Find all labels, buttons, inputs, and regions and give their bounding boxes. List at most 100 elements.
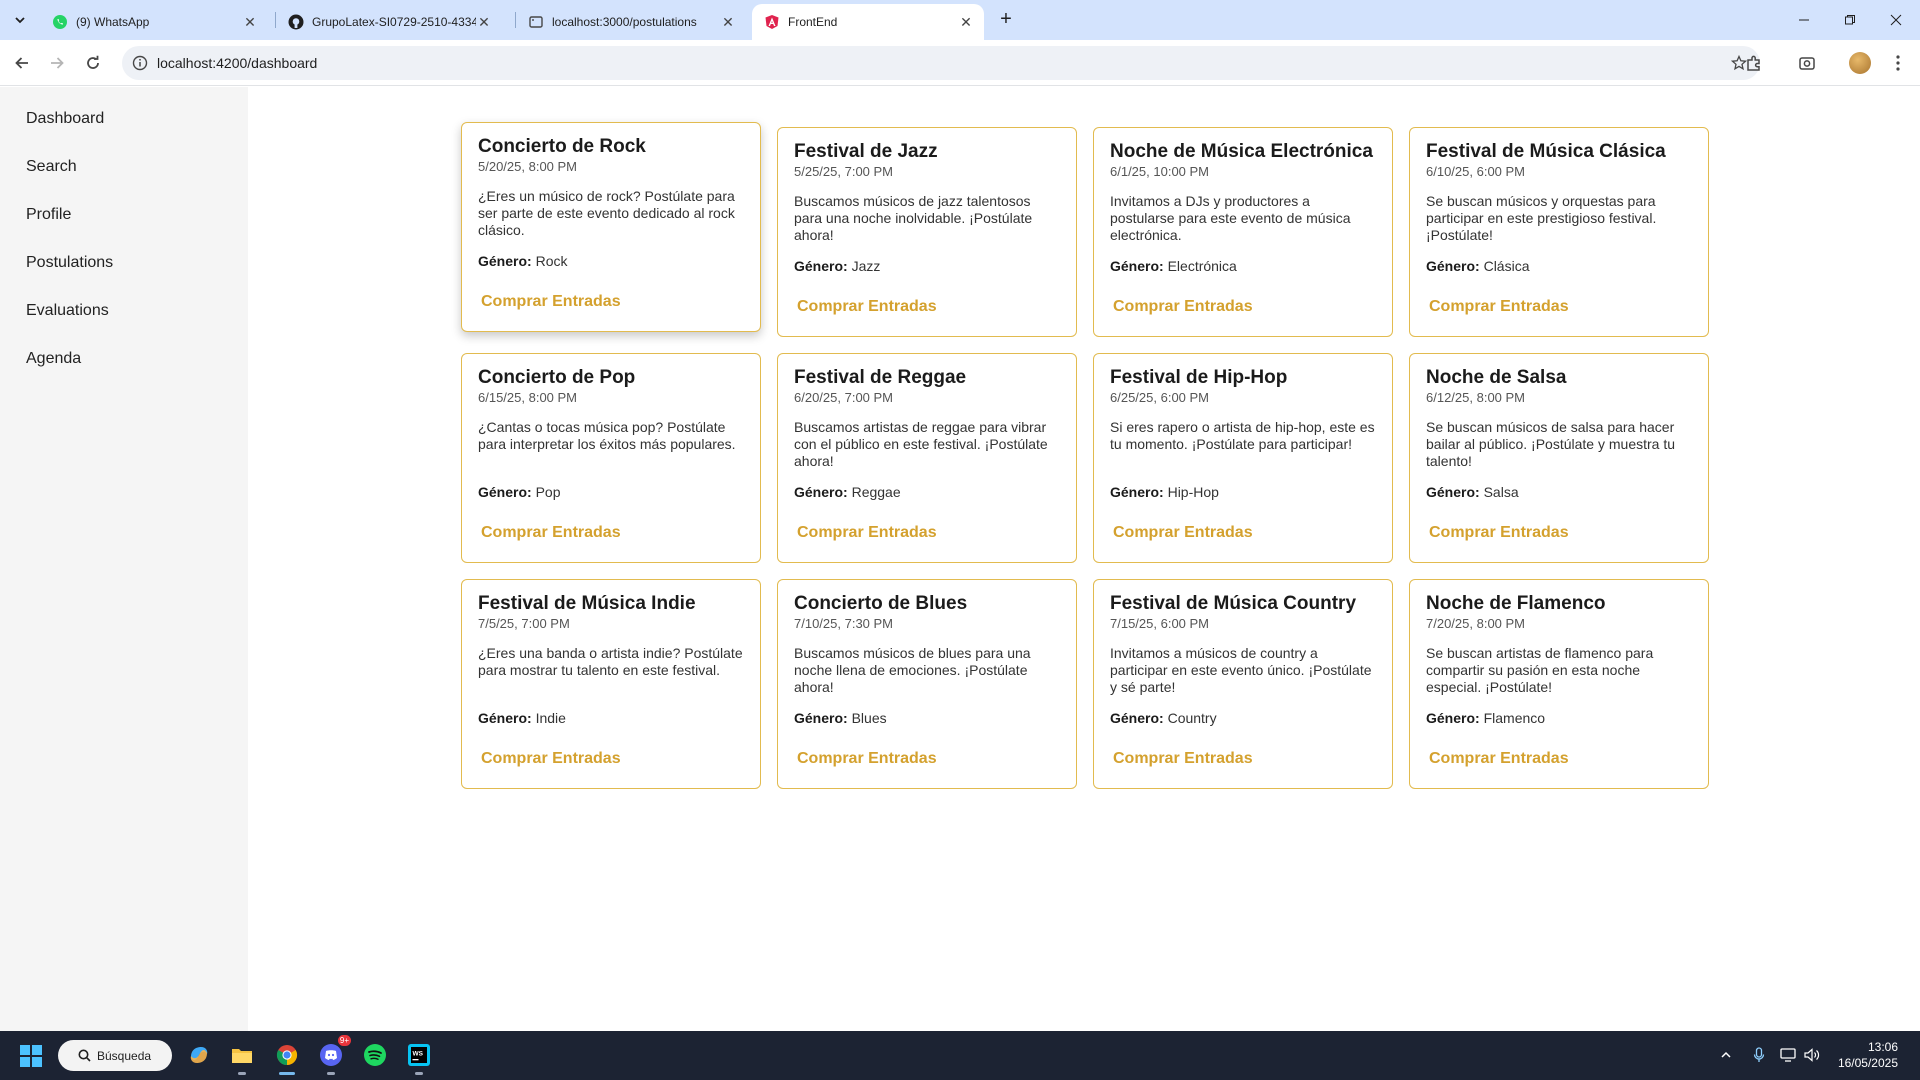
event-title: Concierto de Rock — [478, 136, 646, 157]
event-description: Buscamos músicos de blues para una noche… — [794, 645, 1031, 695]
close-tab-icon[interactable]: ✕ — [476, 14, 492, 30]
close-window-button[interactable] — [1873, 6, 1919, 34]
system-clock[interactable]: 13:06 16/05/2025 — [1838, 1039, 1898, 1071]
event-title: Noche de Salsa — [1426, 367, 1567, 388]
address-bar[interactable]: localhost:4200/dashboard — [122, 46, 1760, 80]
buy-tickets-button[interactable]: Comprar Entradas — [797, 524, 937, 542]
taskbar-search[interactable]: Búsqueda — [58, 1040, 172, 1071]
webstorm-icon[interactable]: WS — [405, 1041, 433, 1075]
new-tab-button[interactable]: + — [994, 8, 1018, 32]
event-title: Festival de Música Clásica — [1426, 141, 1666, 162]
sidebar-item-agenda[interactable]: Agenda — [26, 350, 81, 368]
genre-label: Género: — [1426, 258, 1480, 274]
buy-tickets-button[interactable]: Comprar Entradas — [1429, 298, 1569, 316]
event-card: Noche de Salsa 6/12/25, 8:00 PM Se busca… — [1409, 353, 1709, 563]
screenshot-button[interactable] — [1793, 49, 1821, 77]
reload-button[interactable] — [79, 49, 107, 77]
profile-avatar[interactable] — [1849, 52, 1871, 74]
back-button[interactable] — [8, 49, 36, 77]
event-genre: Género: Pop — [478, 484, 744, 501]
genre-label: Género: — [478, 253, 532, 269]
site-info-icon[interactable] — [130, 53, 150, 73]
close-tab-icon[interactable]: ✕ — [720, 14, 736, 30]
url-text[interactable]: localhost:4200/dashboard — [157, 55, 317, 71]
event-date: 5/25/25, 7:00 PM — [794, 164, 894, 179]
genre-value: Blues — [851, 710, 887, 726]
event-title: Noche de Música Electrónica — [1110, 141, 1373, 162]
buy-tickets-button[interactable]: Comprar Entradas — [797, 298, 937, 316]
windows-logo-tile — [20, 1045, 30, 1055]
close-tab-icon[interactable]: ✕ — [242, 14, 258, 30]
buy-tickets-button[interactable]: Comprar Entradas — [481, 524, 621, 542]
genre-label: Género: — [794, 710, 848, 726]
genre-label: Género: — [1426, 484, 1480, 500]
buy-tickets-button[interactable]: Comprar Entradas — [1113, 298, 1253, 316]
minimize-icon — [1799, 19, 1809, 21]
event-genre: Género: Blues — [794, 710, 1060, 727]
browser-menu-button[interactable] — [1884, 49, 1912, 77]
sidebar-item-profile[interactable]: Profile — [26, 206, 71, 224]
extensions-button[interactable] — [1740, 49, 1768, 77]
event-title: Concierto de Pop — [478, 367, 636, 388]
event-description: ¿Eres una banda o artista indie? Postúla… — [478, 645, 743, 678]
tab-frontend[interactable]: FrontEnd ✕ — [752, 4, 984, 40]
event-card: Noche de Flamenco 7/20/25, 8:00 PM Se bu… — [1409, 579, 1709, 789]
genre-label: Género: — [1110, 484, 1164, 500]
forward-button[interactable] — [43, 49, 71, 77]
tab-github[interactable]: GrupoLatex-SI0729-2510-4334 ✕ — [276, 4, 502, 40]
network-icon[interactable] — [1778, 1045, 1798, 1065]
tab-title: (9) WhatsApp — [76, 15, 150, 29]
buy-tickets-button[interactable]: Comprar Entradas — [1429, 524, 1569, 542]
buy-tickets-button[interactable]: Comprar Entradas — [481, 750, 621, 768]
buy-tickets-button[interactable]: Comprar Entradas — [1429, 750, 1569, 768]
arrow-right-icon — [51, 57, 64, 69]
sidebar-item-evaluations[interactable]: Evaluations — [26, 302, 109, 320]
tab-search-button[interactable] — [8, 8, 32, 32]
event-genre: Género: Electrónica — [1110, 258, 1376, 275]
copilot-icon[interactable] — [185, 1041, 213, 1069]
discord-icon[interactable]: 9+ — [317, 1035, 351, 1075]
chevron-down-icon — [15, 17, 25, 24]
tab-title: GrupoLatex-SI0729-2510-4334 — [312, 15, 476, 29]
arrow-left-icon — [15, 57, 28, 69]
tab-localhost-3000[interactable]: localhost:3000/postulations ✕ — [516, 4, 746, 40]
event-title: Festival de Música Country — [1110, 593, 1357, 614]
browser-tab-bar: (9) WhatsApp ✕ GrupoLatex-SI0729-2510-43… — [0, 0, 1920, 40]
buy-tickets-button[interactable]: Comprar Entradas — [1113, 524, 1253, 542]
minimize-button[interactable] — [1781, 6, 1827, 34]
chevron-up-icon[interactable] — [1716, 1045, 1736, 1065]
event-date: 7/20/25, 8:00 PM — [1426, 616, 1526, 631]
volume-icon[interactable] — [1802, 1045, 1822, 1065]
tab-title: FrontEnd — [788, 15, 838, 29]
screen-capture-icon — [1799, 57, 1815, 70]
browser-toolbar: localhost:4200/dashboard — [0, 40, 1920, 86]
event-card: Festival de Hip-Hop 6/25/25, 6:00 PM Si … — [1093, 353, 1393, 563]
sidebar-item-dashboard[interactable]: Dashboard — [26, 110, 104, 128]
buy-tickets-button[interactable]: Comprar Entradas — [1113, 750, 1253, 768]
event-description: Invitamos a músicos de country a partici… — [1110, 645, 1372, 695]
buy-tickets-button[interactable]: Comprar Entradas — [797, 750, 937, 768]
spotify-icon[interactable] — [361, 1041, 389, 1069]
file-explorer-icon[interactable] — [228, 1041, 256, 1075]
event-title: Festival de Jazz — [794, 141, 938, 162]
event-title: Festival de Hip-Hop — [1110, 367, 1288, 388]
genre-label: Género: — [478, 710, 532, 726]
start-button[interactable] — [20, 1045, 42, 1067]
running-indicator — [327, 1072, 335, 1075]
microphone-icon[interactable] — [1749, 1045, 1769, 1065]
genre-value: Jazz — [851, 258, 881, 274]
chrome-icon[interactable] — [273, 1041, 301, 1075]
sidebar-item-postulations[interactable]: Postulations — [26, 254, 113, 272]
event-genre: Género: Flamenco — [1426, 710, 1692, 727]
close-tab-icon[interactable]: ✕ — [958, 14, 974, 30]
notification-badge: 9+ — [337, 1035, 351, 1046]
genre-label: Género: — [794, 258, 848, 274]
event-title: Festival de Música Indie — [478, 593, 696, 614]
buy-tickets-button[interactable]: Comprar Entradas — [481, 293, 621, 311]
tab-whatsapp[interactable]: (9) WhatsApp ✕ — [40, 4, 268, 40]
event-genre: Género: Reggae — [794, 484, 1060, 501]
restore-button[interactable] — [1827, 6, 1873, 34]
event-date: 6/1/25, 10:00 PM — [1110, 164, 1210, 179]
running-indicator — [415, 1072, 423, 1075]
sidebar-item-search[interactable]: Search — [26, 158, 77, 176]
